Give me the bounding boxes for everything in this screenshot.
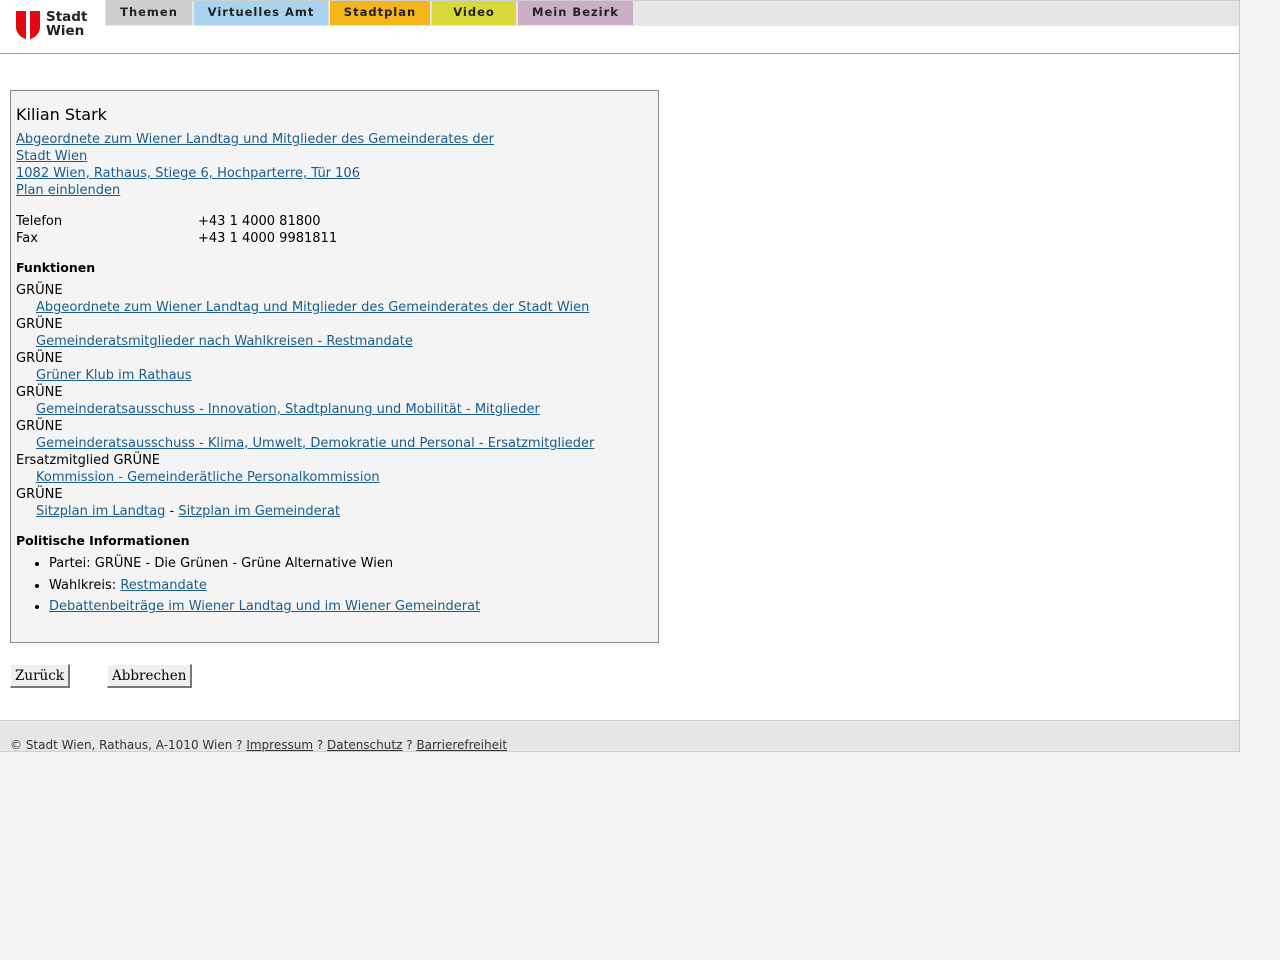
contact-row-phone: Telefon +43 1 4000 81800 [16,213,646,230]
logo-text-line1: Stadt [46,9,88,25]
list-item: Wahlkreis: Restmandate [49,577,646,594]
show-map-link[interactable]: Plan einblenden [16,183,120,198]
function-link[interactable]: Gemeinderatsausschuss - Innovation, Stad… [36,402,540,417]
function-link[interactable]: Abgeordnete zum Wiener Landtag und Mitgl… [36,300,589,315]
logo-text: Stadt Wien [46,10,87,38]
list-item: Partei: GRÜNE - Die Grünen - Grüne Alter… [49,555,646,572]
copyright-text: © Stadt Wien, Rathaus, A-1010 Wien ? [10,738,247,752]
footer-separator: ? [313,738,328,752]
cancel-button[interactable]: Abbrechen [107,664,193,688]
functions-heading: Funktionen [16,260,96,275]
function-party: GRÜNE [16,351,63,366]
org-link-line2[interactable]: Stadt Wien [16,149,87,164]
person-name: Kilian Stark [16,105,107,124]
person-card: Kilian Stark Abgeordnete zum Wiener Land… [10,90,659,643]
tab-themen[interactable]: Themen [106,1,192,25]
datenschutz-link[interactable]: Datenschutz [327,738,402,752]
function-link[interactable]: Kommission - Gemeinderätliche Personalko… [36,470,380,485]
tab-virtuelles-amt[interactable]: Virtuelles Amt [194,1,328,25]
footer-separator: ? [402,738,417,752]
site-header: Stadt Wien Themen Virtuelles Amt Stadtpl… [0,0,1239,54]
org-link-line1[interactable]: Abgeordnete zum Wiener Landtag und Mitgl… [16,132,494,147]
function-link[interactable]: Gemeinderatsmitglieder nach Wahlkreisen … [36,334,413,349]
political-info-heading: Politische Informationen [16,533,190,548]
barrierefreiheit-link[interactable]: Barrierefreiheit [416,738,507,752]
wahlkreis-label: Wahlkreis: [49,577,121,593]
site-footer: © Stadt Wien, Rathaus, A-1010 Wien ? Imp… [0,720,1239,752]
function-party: GRÜNE [16,385,63,400]
wahlkreis-link[interactable]: Restmandate [120,578,207,593]
seat-plan-links: Sitzplan im Landtag - Sitzplan im Gemein… [16,503,646,520]
address-link[interactable]: 1082 Wien, Rathaus, Stiege 6, Hochparter… [16,166,360,181]
function-party: GRÜNE [16,487,63,502]
page: Stadt Wien Themen Virtuelles Amt Stadtpl… [0,0,1240,752]
function-party: GRÜNE [16,283,63,298]
list-item: Debattenbeiträge im Wiener Landtag und i… [49,598,646,615]
wien-shield-icon [16,11,40,40]
phone-label: Telefon [16,214,63,229]
tab-video[interactable]: Video [432,1,516,25]
person-card-content: Kilian Stark Abgeordnete zum Wiener Land… [16,105,646,620]
debates-link[interactable]: Debattenbeiträge im Wiener Landtag und i… [49,599,480,614]
contact-row-fax: Fax +43 1 4000 9981811 [16,230,646,247]
fax-value: +43 1 4000 9981811 [198,231,338,246]
function-link[interactable]: Grüner Klub im Rathaus [36,368,192,383]
party-label: Partei: [49,556,95,571]
functions-list: GRÜNE Abgeordnete zum Wiener Landtag und… [16,282,646,520]
contact-table: Telefon +43 1 4000 81800 Fax +43 1 4000 … [16,213,646,247]
phone-value: +43 1 4000 81800 [198,214,321,229]
party-value: GRÜNE - Die Grünen - Grüne Alternative W… [94,556,394,571]
tab-stadtplan[interactable]: Stadtplan [330,1,430,25]
footer-text: © Stadt Wien, Rathaus, A-1010 Wien ? Imp… [10,737,507,753]
function-party: GRÜNE [16,317,63,332]
function-party: GRÜNE [16,419,63,434]
tab-mein-bezirk[interactable]: Mein Bezirk [518,1,633,25]
political-info-list: Partei: GRÜNE - Die Grünen - Grüne Alter… [16,555,646,615]
function-party: Ersatzmitglied GRÜNE [16,453,161,468]
back-button[interactable]: Zurück [10,664,70,688]
seat-plan-gemeinderat-link[interactable]: Sitzplan im Gemeinderat [178,504,340,519]
logo-text-line2: Wien [46,23,85,39]
function-link[interactable]: Gemeinderatsausschuss - Klima, Umwelt, D… [36,436,594,451]
stadt-wien-logo[interactable]: Stadt Wien [16,10,96,42]
impressum-link[interactable]: Impressum [246,738,313,752]
seat-plan-separator: - [165,504,179,519]
fax-label: Fax [16,231,38,246]
seat-plan-landtag-link[interactable]: Sitzplan im Landtag [36,504,165,519]
